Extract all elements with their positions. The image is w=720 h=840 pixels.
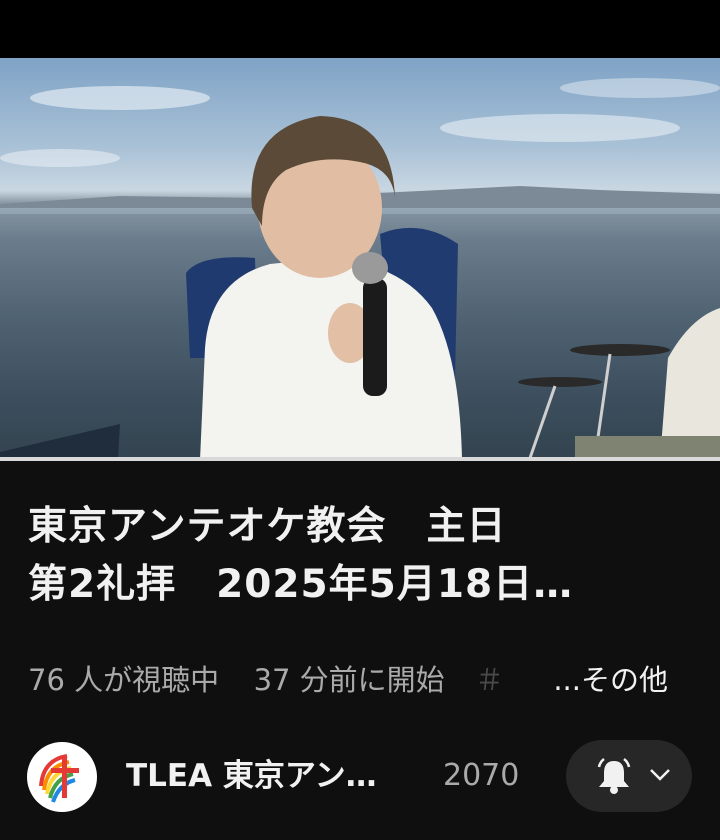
channel-name[interactable]: TLEA 東京アン… <box>126 750 426 802</box>
chevron-down-icon <box>650 769 670 781</box>
video-meta[interactable]: 76 人が視聴中 37 分前に開始 ＃ ...その他 <box>28 658 688 702</box>
video-frame <box>0 78 720 460</box>
video-title-line-1: 東京アンテオケ教会 主日 <box>28 504 507 549</box>
channel-row: TLEA 東京アン… 2070 <box>0 740 720 812</box>
video-title-line-2: 第2礼拝 2025年5月18日… <box>28 562 574 607</box>
video-player[interactable] <box>0 58 720 460</box>
status-bar <box>0 0 720 58</box>
channel-avatar[interactable] <box>27 742 97 812</box>
church-logo-icon <box>39 754 79 803</box>
subscriber-count: 2070 <box>443 758 520 793</box>
stream-start-time: 37 分前に開始 <box>253 663 445 697</box>
bell-icon <box>597 758 631 794</box>
more-link[interactable]: ...その他 <box>553 658 668 702</box>
viewer-count: 76 人が視聴中 <box>28 663 220 697</box>
notification-bell-button[interactable] <box>566 740 692 812</box>
video-title[interactable]: 東京アンテオケ教会 主日 第2礼拝 2025年5月18日… <box>28 498 698 614</box>
hashtag-fade: ＃ <box>475 658 499 702</box>
